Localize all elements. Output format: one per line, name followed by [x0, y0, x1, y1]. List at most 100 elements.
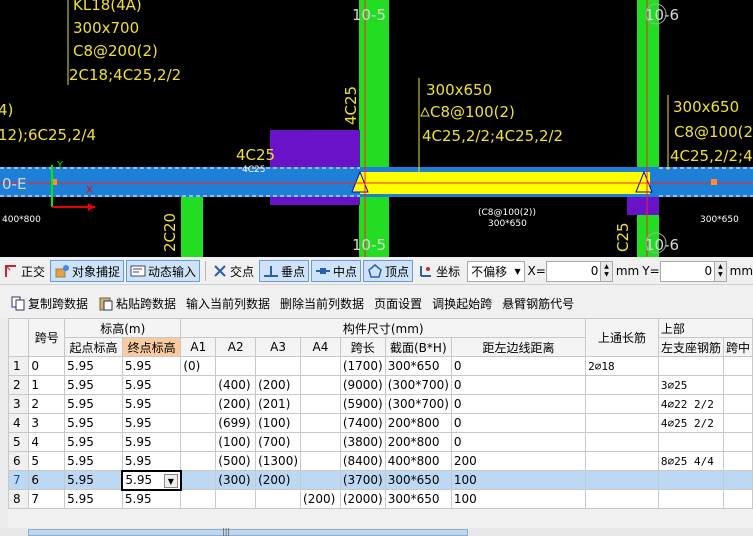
cell-a1[interactable]: [180, 489, 217, 509]
cell-span[interactable]: 0: [28, 356, 66, 376]
edit-value[interactable]: 5.95: [125, 473, 152, 487]
grip-right[interactable]: [711, 179, 717, 185]
cell-start[interactable]: 5.95: [64, 470, 123, 490]
cell-dist[interactable]: 0: [450, 394, 587, 414]
cell-top[interactable]: [585, 470, 659, 490]
header-a2[interactable]: A2: [215, 337, 257, 357]
header-mid-span[interactable]: 跨中: [722, 337, 753, 357]
cell-top[interactable]: 2⌀18: [585, 356, 659, 376]
cell-mid[interactable]: [722, 451, 753, 471]
cell-a1[interactable]: [180, 451, 217, 471]
cell-len[interactable]: (3800): [339, 432, 386, 452]
cell-dist[interactable]: 0: [450, 375, 587, 395]
cell-a2[interactable]: (400): [215, 375, 257, 395]
table-row[interactable]: 8 7 5.95 5.95 (200) (2000) 300*650 100: [7, 489, 753, 509]
cell-left[interactable]: 4⌀25 2/2: [657, 413, 724, 433]
header-section[interactable]: 截面(B*H): [384, 337, 452, 357]
cell-end[interactable]: 5.95: [121, 356, 182, 376]
cell-mid[interactable]: [722, 413, 753, 433]
dynamic-input-button[interactable]: 动态输入: [126, 260, 201, 282]
cell-span[interactable]: 6: [28, 470, 66, 490]
cell-sec[interactable]: (300*700): [384, 375, 452, 395]
cell-a4[interactable]: [300, 451, 341, 471]
cell-mid[interactable]: [722, 356, 753, 376]
header-a1[interactable]: A1: [180, 337, 217, 357]
cell-a2[interactable]: [215, 356, 257, 376]
cell-a2[interactable]: [215, 489, 257, 509]
cell-span[interactable]: 3: [28, 413, 66, 433]
header-left-support[interactable]: 左支座钢筋: [657, 337, 724, 357]
cell-end[interactable]: 5.95: [121, 451, 182, 471]
cell-a4[interactable]: [300, 394, 341, 414]
cell-sec[interactable]: 200*800: [384, 432, 452, 452]
cell-sec[interactable]: 200*800: [384, 413, 452, 433]
header-span[interactable]: 跨号: [28, 318, 66, 357]
table-row[interactable]: 2 1 5.95 5.95 (400) (200) (9000) (300*700) 0 3⌀25: [7, 375, 753, 395]
vertex-button[interactable]: 顶点: [363, 260, 414, 282]
cell-sec[interactable]: 300*650: [384, 489, 452, 509]
header-top-continuous[interactable]: 上通长筋: [585, 318, 659, 357]
header-start-elev[interactable]: 起点标高: [64, 337, 123, 357]
cell-left[interactable]: [657, 489, 724, 509]
cell-end[interactable]: 5.95: [121, 413, 182, 433]
cell-end[interactable]: 5.95: [121, 375, 182, 395]
cell-len[interactable]: (1700): [339, 356, 386, 376]
cell-mid[interactable]: [722, 470, 753, 490]
cell-top[interactable]: [585, 489, 659, 509]
cell-len[interactable]: (8400): [339, 451, 386, 471]
cell-a4[interactable]: [300, 356, 341, 376]
cell-a2[interactable]: (500): [215, 451, 257, 471]
cell-len[interactable]: (7400): [339, 413, 386, 433]
cell-top[interactable]: [585, 432, 659, 452]
cell-end[interactable]: 5.95: [121, 432, 182, 452]
cell-a4[interactable]: [300, 413, 341, 433]
cell-left[interactable]: 8⌀25 4/4: [657, 451, 724, 471]
row-number[interactable]: 3: [7, 394, 30, 414]
cell-left[interactable]: [657, 356, 724, 376]
table-row[interactable]: 3 2 5.95 5.95 (200) (201) (5900) (300*700) 0 4⌀22…: [7, 394, 753, 414]
y-spinner[interactable]: ▲ ▼: [715, 260, 727, 282]
cell-a2[interactable]: (300): [215, 470, 257, 490]
cell-a3[interactable]: (201): [255, 394, 302, 414]
cell-sec[interactable]: (300*700): [384, 394, 452, 414]
cell-a3[interactable]: (1300): [255, 451, 302, 471]
cell-sec[interactable]: 300*650: [384, 470, 452, 490]
x-spinner[interactable]: ▲ ▼: [601, 260, 613, 282]
cell-a3[interactable]: (200): [255, 470, 302, 490]
cell-len[interactable]: (2000): [339, 489, 386, 509]
row-number[interactable]: 2: [7, 375, 30, 395]
cell-mid[interactable]: [722, 375, 753, 395]
cell-a2[interactable]: (699): [215, 413, 257, 433]
cell-a4[interactable]: [300, 432, 341, 452]
cell-dist[interactable]: 200: [450, 451, 587, 471]
cell-a2[interactable]: (100): [215, 432, 257, 452]
header-end-elev[interactable]: 终点标高: [121, 337, 182, 357]
x-input[interactable]: 0: [545, 260, 602, 282]
table-row[interactable]: 6 5 5.95 5.95 (500) (1300) (8400) 400*800 200 8⌀2…: [7, 451, 753, 471]
cell-start[interactable]: 5.95: [64, 356, 123, 376]
cell-a3[interactable]: (100): [255, 413, 302, 433]
offset-mode-select[interactable]: 不偏移 ▼: [467, 260, 525, 282]
cell-dist[interactable]: 0: [450, 356, 587, 376]
cell-span[interactable]: 2: [28, 394, 66, 414]
cell-mid[interactable]: [722, 489, 753, 509]
ortho-button[interactable]: 正交: [0, 260, 48, 282]
cell-a4[interactable]: [300, 470, 341, 490]
cell-a1[interactable]: [180, 394, 217, 414]
cell-a3[interactable]: [255, 356, 302, 376]
cell-start[interactable]: 5.95: [64, 432, 123, 452]
header-distance[interactable]: 距左边线距离: [450, 337, 587, 357]
swap-start-button[interactable]: 调换起始跨: [432, 295, 492, 312]
cell-top[interactable]: [585, 375, 659, 395]
cell-left[interactable]: [657, 470, 724, 490]
cell-a4[interactable]: (200): [300, 489, 341, 509]
table-row[interactable]: 7 6 5.95 5.95 ▼ (300) (200) (3700) 300*650 100: [7, 469, 753, 491]
row-number[interactable]: 7: [7, 470, 30, 490]
delete-column-button[interactable]: 删除当前列数据: [280, 295, 364, 312]
object-snap-button[interactable]: 对象捕捉: [50, 260, 125, 282]
table-row[interactable]: 4 3 5.95 5.95 (699) (100) (7400) 200*800 0 4⌀25 2…: [7, 413, 753, 433]
row-number[interactable]: 6: [7, 451, 30, 471]
table-row[interactable]: 5 4 5.95 5.95 (100) (700) (3800) 200*800 0: [7, 432, 753, 452]
midpoint-button[interactable]: 中点: [311, 260, 362, 282]
cell-end[interactable]: 5.95 ▼: [121, 469, 182, 491]
